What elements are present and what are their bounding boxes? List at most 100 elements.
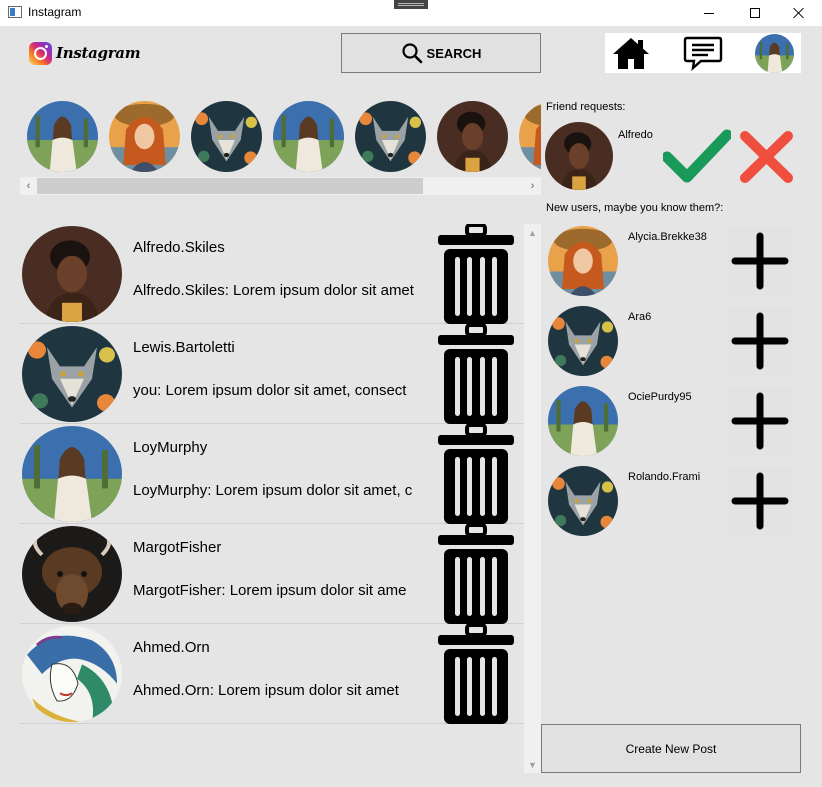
avatar-wolf xyxy=(191,101,262,172)
avatar-field-woman xyxy=(27,101,98,172)
story-avatar[interactable] xyxy=(355,101,426,172)
chat-avatar xyxy=(22,426,122,522)
instagram-icon xyxy=(29,41,52,65)
story-avatar[interactable] xyxy=(109,101,180,172)
chat-scrollbar[interactable]: ▲ ▼ xyxy=(524,224,541,773)
chat-preview: MargotFisher: Lorem ipsum dolor sit ame xyxy=(133,582,407,599)
home-icon xyxy=(613,38,649,69)
add-friend-button[interactable] xyxy=(728,466,792,536)
chat-avatar xyxy=(22,226,122,322)
new-users-title: New users, maybe you know them?: xyxy=(546,202,724,214)
delete-chat-button[interactable] xyxy=(438,324,514,424)
chat-name: LoyMurphy xyxy=(133,439,208,456)
chat-icon xyxy=(683,36,723,72)
story-avatar[interactable] xyxy=(27,101,98,172)
avatar-portrait-woman xyxy=(437,101,508,172)
search-button[interactable]: SEARCH xyxy=(341,33,541,73)
plus-icon xyxy=(731,392,789,450)
user-name: OciePurdy95 xyxy=(628,391,692,403)
plus-icon xyxy=(731,472,789,530)
avatar-field-woman xyxy=(755,34,794,73)
user-name: Alycia.Brekke38 xyxy=(628,231,707,243)
top-navigation xyxy=(605,33,801,73)
messages-button[interactable] xyxy=(683,35,723,72)
maximize-button[interactable] xyxy=(732,0,778,26)
scroll-left-icon[interactable]: ‹ xyxy=(20,177,37,195)
logo-text: Instagram xyxy=(56,44,141,62)
story-avatar[interactable] xyxy=(437,101,508,172)
avatar-field-woman xyxy=(273,101,344,172)
story-avatar[interactable] xyxy=(191,101,262,172)
add-friend-button[interactable] xyxy=(728,306,792,376)
avatar-portrait-woman xyxy=(22,226,122,322)
accept-request-button[interactable] xyxy=(663,127,731,185)
delete-chat-button[interactable] xyxy=(438,524,514,624)
scroll-right-icon[interactable]: › xyxy=(524,177,541,195)
check-icon xyxy=(663,129,731,183)
create-new-post-button[interactable]: Create New Post xyxy=(541,724,801,773)
list-item: OciePurdy95 xyxy=(545,382,801,462)
search-label: SEARCH xyxy=(426,45,482,61)
avatar-orange-hair-woman xyxy=(109,101,180,172)
chat-list: Alfredo.Skiles Alfredo.Skiles: Lorem ips… xyxy=(20,224,524,724)
trash-icon xyxy=(438,324,514,424)
close-x-icon xyxy=(740,131,793,183)
avatar-wolf xyxy=(22,326,122,422)
avatar-portrait-woman xyxy=(545,122,613,190)
chat-preview: Alfredo.Skiles: Lorem ipsum dolor sit am… xyxy=(133,282,414,299)
user-avatar[interactable] xyxy=(548,226,618,296)
user-avatar[interactable] xyxy=(548,466,618,536)
drag-handle[interactable] xyxy=(394,0,428,9)
avatar-art-face xyxy=(22,626,122,722)
story-avatar[interactable] xyxy=(273,101,344,172)
scroll-up-icon[interactable]: ▲ xyxy=(524,224,541,241)
chat-name: Alfredo.Skiles xyxy=(133,239,225,256)
plus-icon xyxy=(731,232,789,290)
delete-chat-button[interactable] xyxy=(438,424,514,524)
chat-avatar xyxy=(22,326,122,422)
minimize-icon xyxy=(704,12,714,14)
trash-icon xyxy=(438,624,514,724)
friend-requests-title: Friend requests: xyxy=(546,101,626,113)
add-friend-button[interactable] xyxy=(728,226,792,296)
title-bar: Instagram xyxy=(0,0,822,26)
close-button[interactable] xyxy=(776,0,822,26)
avatar-wolf xyxy=(548,306,618,376)
chat-avatar xyxy=(22,626,122,722)
close-icon xyxy=(793,7,805,19)
avatar-orange-hair-woman xyxy=(519,101,541,172)
add-friend-button[interactable] xyxy=(728,386,792,456)
chat-name: MargotFisher xyxy=(133,539,222,556)
app-icon xyxy=(8,6,22,18)
scroll-down-icon[interactable]: ▼ xyxy=(524,756,541,773)
minimize-button[interactable] xyxy=(686,0,732,26)
avatar-bison xyxy=(22,526,122,622)
chat-name: Ahmed.Orn xyxy=(133,639,210,656)
avatar-field-woman xyxy=(22,426,122,522)
scrollbar-thumb[interactable] xyxy=(37,178,423,194)
friend-request-avatar[interactable] xyxy=(545,122,613,190)
user-avatar[interactable] xyxy=(548,306,618,376)
chat-avatar xyxy=(22,526,122,622)
avatar-wolf xyxy=(355,101,426,172)
story-avatar[interactable] xyxy=(519,101,541,172)
delete-chat-button[interactable] xyxy=(438,624,514,724)
list-item: Alycia.Brekke38 xyxy=(545,222,801,302)
trash-icon xyxy=(438,424,514,524)
decline-request-button[interactable] xyxy=(738,129,795,185)
list-item: Rolando.Frami xyxy=(545,462,801,542)
user-avatar[interactable] xyxy=(548,386,618,456)
stories-scrollbar[interactable]: ‹ › xyxy=(20,177,541,195)
chat-name: Lewis.Bartoletti xyxy=(133,339,235,356)
trash-icon xyxy=(438,524,514,624)
profile-avatar[interactable] xyxy=(755,34,794,73)
new-users-list: Alycia.Brekke38 Ara6 OciePurdy95 Rolando… xyxy=(545,222,801,542)
user-name: Rolando.Frami xyxy=(628,471,701,483)
home-button[interactable] xyxy=(611,35,651,71)
window-title: Instagram xyxy=(28,5,82,19)
chat-preview: Ahmed.Orn: Lorem ipsum dolor sit amet xyxy=(133,682,399,699)
user-name: Ara6 xyxy=(628,311,652,323)
list-item: Ara6 xyxy=(545,302,801,382)
chat-preview: LoyMurphy: Lorem ipsum dolor sit amet, c xyxy=(133,482,413,499)
delete-chat-button[interactable] xyxy=(438,224,514,324)
